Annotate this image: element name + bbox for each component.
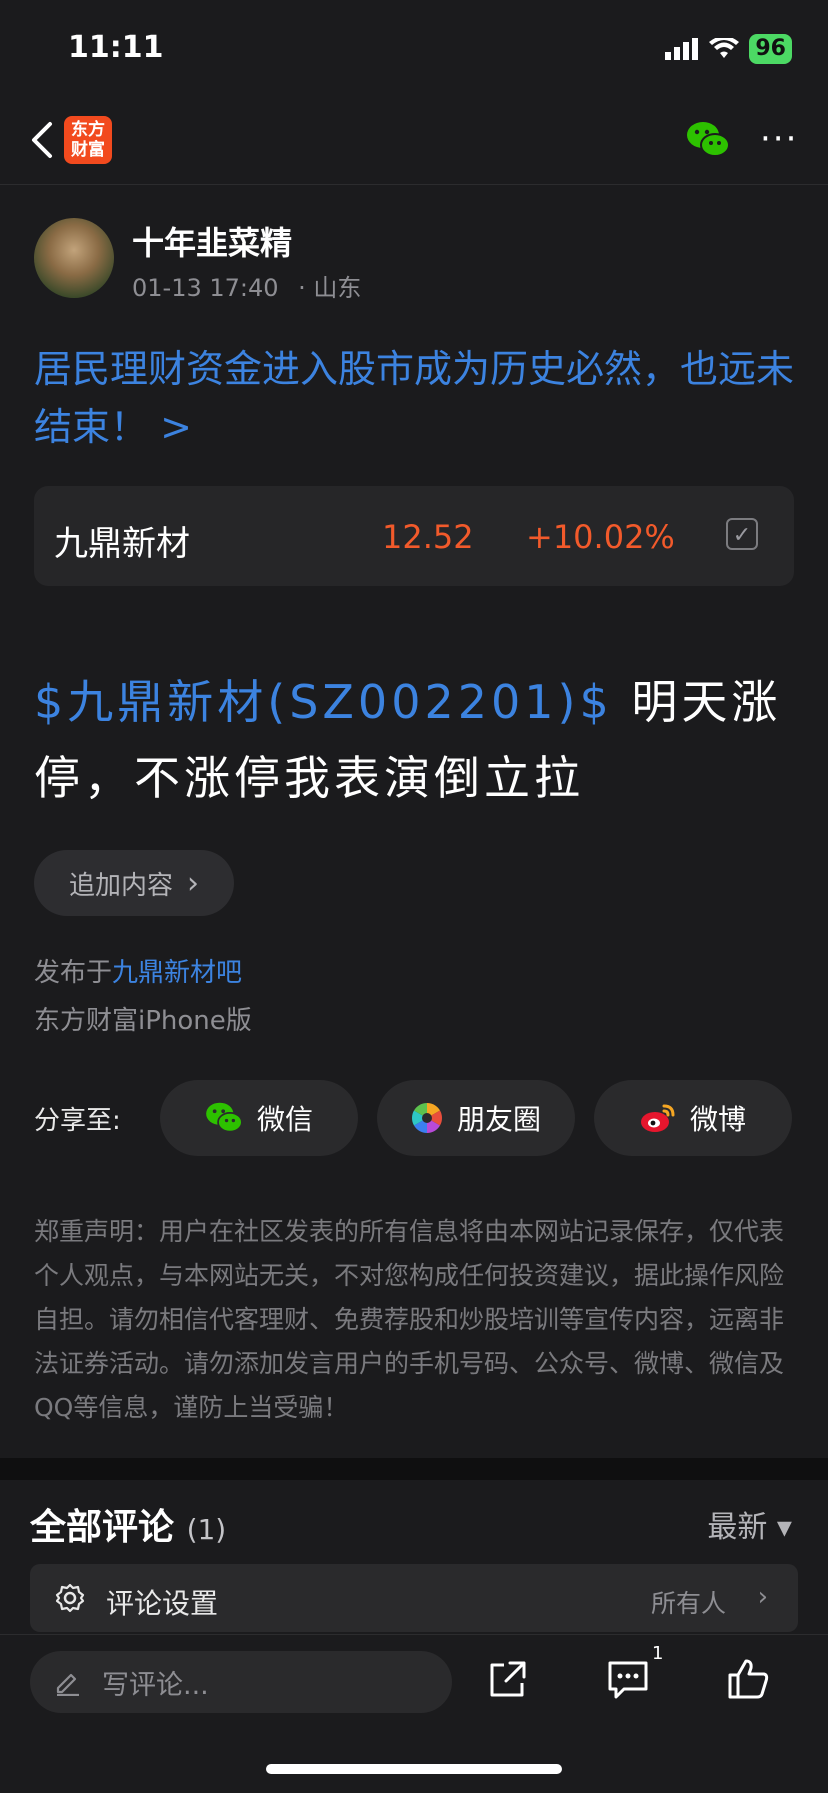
pencil-icon <box>56 1673 79 1696</box>
author-name[interactable]: 十年韭菜精 <box>132 218 292 264</box>
comment-input-placeholder: 写评论... <box>102 1669 209 1701</box>
avatar[interactable] <box>34 218 114 298</box>
comments-count: (1) <box>186 1513 227 1546</box>
share-weibo-button[interactable]: 微博 <box>594 1080 792 1156</box>
share-wechat-label: 微信 <box>256 1103 313 1136</box>
section-divider <box>0 1458 828 1480</box>
stock-card[interactable]: 九鼎新材 12.52 +10.02% ✓ <box>34 486 794 586</box>
share-icon[interactable] <box>484 1655 532 1703</box>
published-prefix: 发布于 <box>34 958 113 988</box>
post-location: · 山东 <box>298 274 362 302</box>
share-wechat-button[interactable]: 微信 <box>160 1080 358 1156</box>
status-time: 11:11 <box>68 30 164 65</box>
stock-change: +10.02% <box>526 518 675 556</box>
add-watchlist-icon[interactable]: ✓ <box>726 518 758 550</box>
comments-title-text: 全部评论 <box>30 1507 175 1548</box>
share-weibo-label: 微博 <box>689 1103 746 1136</box>
wechat-icon <box>206 1102 243 1133</box>
comment-settings-label: 评论设置 <box>106 1587 219 1620</box>
wifi-icon <box>709 38 740 58</box>
logo-line2: 财富 <box>71 140 105 160</box>
append-content-label: 追加内容 <box>68 870 173 901</box>
status-icons: 96 <box>665 34 792 64</box>
home-indicator <box>266 1764 562 1774</box>
comments-title: 全部评论 (1) <box>30 1498 226 1550</box>
stock-price: 12.52 <box>382 518 474 556</box>
back-icon[interactable] <box>24 116 64 164</box>
weibo-icon <box>640 1104 675 1132</box>
wechat-icon[interactable] <box>686 120 730 160</box>
post-content: $九鼎新材(SZ002201)$ 明天涨停，不涨停我表演倒立拉 <box>34 664 794 816</box>
share-moments-button[interactable]: 朋友圈 <box>377 1080 575 1156</box>
moments-icon <box>411 1103 442 1133</box>
top-nav: 东方 财富 ··· <box>0 96 828 185</box>
share-label: 分享至: <box>34 1106 121 1136</box>
forum-link[interactable]: 九鼎新材吧 <box>112 958 242 988</box>
article-link[interactable]: 居民理财资金进入股市成为历史必然，也远未结束！ > <box>34 340 794 456</box>
post-meta: 01-13 17:40 · 山东 <box>132 268 361 303</box>
comment-settings-row[interactable]: 评论设置 所有人 › <box>30 1564 798 1632</box>
client-info: 东方财富iPhone版 <box>34 1006 252 1036</box>
app-logo: 东方 财富 <box>64 116 112 164</box>
logo-line1: 东方 <box>71 120 105 140</box>
chevron-right-icon: › <box>187 865 199 901</box>
comment-count-badge: 1 <box>652 1643 664 1664</box>
stock-tag-link[interactable]: $九鼎新材(SZ002201)$ <box>34 675 613 729</box>
gear-icon <box>55 1583 85 1613</box>
comment-settings-value: 所有人 <box>650 1589 726 1618</box>
chevron-right-icon: › <box>757 1582 768 1612</box>
comment-input[interactable]: 写评论... <box>30 1651 452 1713</box>
share-moments-label: 朋友圈 <box>456 1103 541 1136</box>
published-in: 发布于九鼎新材吧 <box>34 952 242 989</box>
comment-icon[interactable] <box>604 1655 652 1703</box>
append-content-button[interactable]: 追加内容 › <box>34 850 234 916</box>
stock-name: 九鼎新材 <box>54 524 190 564</box>
like-icon[interactable] <box>724 1655 772 1703</box>
signal-icon <box>665 38 699 60</box>
more-icon[interactable]: ··· <box>760 122 798 156</box>
battery-indicator: 96 <box>749 34 792 64</box>
post-datetime: 01-13 17:40 <box>132 274 279 302</box>
sort-dropdown[interactable]: 最新 ▾ <box>707 1502 792 1546</box>
disclaimer: 郑重声明：用户在社区发表的所有信息将由本网站记录保存，仅代表个人观点，与本网站无… <box>34 1217 785 1422</box>
